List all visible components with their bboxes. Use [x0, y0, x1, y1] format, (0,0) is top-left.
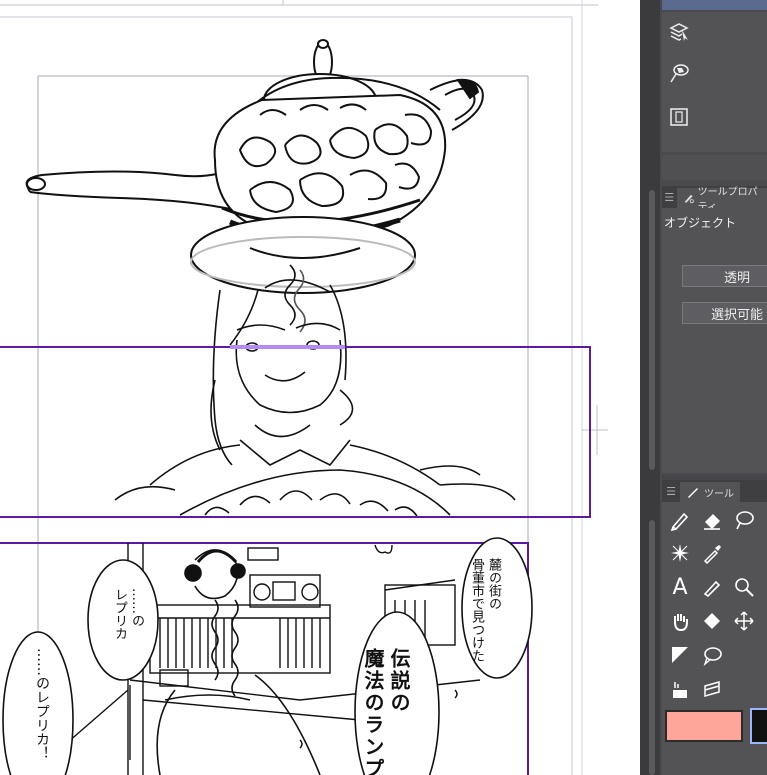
frame-border-icon[interactable]: [666, 104, 692, 130]
object-tool-icon: [684, 194, 694, 204]
bubble-far-left-text: ……のレプリカ！: [34, 648, 50, 760]
panel-scrollbar[interactable]: [649, 190, 655, 470]
transparent-button[interactable]: 透明: [682, 265, 767, 287]
bubble-left-text: ……の レプリカ: [112, 588, 144, 640]
main-color-swatch[interactable]: [665, 710, 743, 742]
panel-spacer: [662, 155, 767, 180]
tool-property-tab[interactable]: ツールプロパティ: [676, 187, 767, 213]
sub-color-swatch[interactable]: [750, 708, 767, 744]
menu-icon[interactable]: ☰: [662, 485, 680, 498]
bubble-center-text: 伝説の 魔法のランプ: [361, 648, 411, 775]
layer-selected-row[interactable]: [662, 0, 767, 10]
tool-header: ☰ ツール: [662, 480, 767, 502]
eyedropper-tool-icon[interactable]: [700, 541, 724, 565]
frame-tool-icon[interactable]: [668, 643, 692, 667]
object-label: オブジェクト: [664, 216, 737, 230]
manga-canvas[interactable]: 麓の街の 骨董市で見つけた 伝説の 魔法のランプ ……の レプリカ ……のレプリ…: [0, 0, 640, 775]
gradient-tool-icon[interactable]: [700, 677, 724, 701]
balloon-tool-icon[interactable]: [700, 643, 724, 667]
canvas-artwork: [0, 0, 608, 775]
fill-tool-icon[interactable]: [700, 609, 724, 633]
hand-tool-icon[interactable]: [668, 609, 692, 633]
pen-icon: [688, 488, 698, 498]
balloon-pen-tool-icon[interactable]: [700, 575, 724, 599]
lasso-tool-icon[interactable]: [732, 508, 756, 532]
layer-select-icon[interactable]: [666, 18, 692, 44]
menu-icon[interactable]: ☰: [662, 191, 677, 204]
bubble-right-text: 麓の街の 骨董市で見つけた: [469, 558, 501, 662]
text-tool-icon[interactable]: A: [668, 575, 692, 600]
tool-tab[interactable]: ツール: [680, 482, 740, 502]
ruler-tool-icon[interactable]: [668, 677, 692, 701]
sparkle-tool-icon[interactable]: [668, 541, 692, 565]
move-tool-icon[interactable]: [732, 609, 756, 633]
panel-scrollbar-lower[interactable]: [649, 520, 655, 775]
zoom-tool-icon[interactable]: [732, 575, 756, 599]
eraser-tool-icon[interactable]: [700, 508, 724, 532]
tool-property-header: ☰ ツールプロパティ: [662, 186, 767, 213]
tool-property-body: [662, 208, 767, 473]
selectable-button[interactable]: 選択可能: [682, 302, 767, 324]
pen-tool-icon[interactable]: [668, 508, 692, 532]
tool-title: ツール: [704, 488, 734, 500]
lasso-fill-icon[interactable]: [666, 60, 692, 86]
